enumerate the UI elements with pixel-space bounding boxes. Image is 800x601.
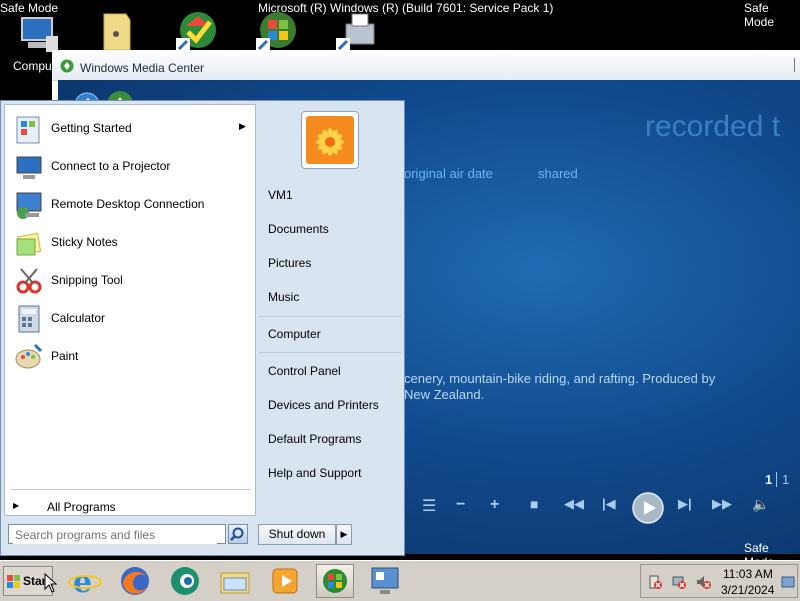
submenu-arrow-icon: ▶ — [239, 121, 246, 131]
paint-icon — [13, 341, 45, 373]
media-center-icon — [60, 59, 74, 73]
page-total: 1 — [782, 472, 790, 487]
skip-forward-icon[interactable]: ▶| — [678, 496, 692, 512]
link-default-programs[interactable]: Default Programs — [268, 432, 361, 446]
play-button[interactable] — [632, 492, 664, 524]
shutdown-button[interactable]: Shut down — [258, 524, 336, 545]
taskbar: Start e 11:03 AM 3/21/2024 — [0, 560, 800, 601]
search-button[interactable] — [228, 524, 248, 544]
start-item-getting-started[interactable]: Getting Started ▶ — [5, 110, 255, 148]
windows-update-shortcut-icon[interactable] — [176, 8, 220, 52]
speaker-icon[interactable]: 🔈 — [752, 496, 769, 513]
shutdown-options-button[interactable]: ▶ — [336, 524, 352, 545]
page-divider — [776, 472, 777, 487]
start-item-snipping-tool[interactable]: Snipping Tool — [5, 262, 255, 300]
show-desktop-icon[interactable] — [781, 573, 795, 591]
remote-desktop-icon — [13, 189, 45, 221]
search-input[interactable] — [13, 526, 217, 544]
safe-mode-label-right: Safe Mode — [744, 1, 775, 29]
skip-back-icon[interactable]: |◀ — [602, 496, 616, 512]
internet-explorer-icon[interactable]: e — [68, 564, 102, 600]
stop-icon[interactable]: ■ — [530, 496, 538, 512]
link-control-panel[interactable]: Control Panel — [268, 364, 341, 378]
search-icon — [230, 527, 244, 541]
mouse-cursor-icon — [44, 572, 58, 593]
file-explorer-icon[interactable] — [218, 564, 252, 598]
clock-time[interactable]: 11:03 AM — [723, 567, 773, 581]
all-programs-button[interactable]: ▶ All Programs — [13, 497, 253, 517]
link-pictures[interactable]: Pictures — [268, 256, 311, 270]
start-item-paint[interactable]: Paint — [5, 338, 255, 376]
fax-printer-shortcut-icon[interactable] — [336, 8, 380, 52]
chevron-right-icon: ▶ — [340, 529, 348, 539]
volume-up-icon[interactable]: + — [490, 496, 499, 514]
user-picture[interactable] — [301, 111, 359, 169]
links-separator-2 — [259, 352, 401, 353]
start-item-calculator[interactable]: Calculator — [5, 300, 255, 338]
windows-logo-shortcut-icon[interactable] — [256, 8, 300, 52]
fast-forward-icon[interactable]: ▶▶ — [712, 496, 732, 512]
start-item-sticky-notes[interactable]: Sticky Notes — [5, 224, 255, 262]
page-current: 1 — [765, 472, 773, 487]
playback-controls: ☰ − + ■ ◀◀ |◀ ▶| ▶▶ 🔈 — [414, 490, 800, 530]
start-menu-links-pane: VM1 Documents Pictures Music Computer Co… — [259, 104, 403, 554]
windows-flag-icon — [7, 575, 20, 588]
description-line-2: New Zealand. — [404, 387, 485, 402]
system-tray: 11:03 AM 3/21/2024 — [640, 564, 798, 598]
links-separator-1 — [259, 316, 401, 317]
recorded-tv-heading: recorded t — [645, 110, 781, 143]
calculator-icon — [13, 303, 45, 335]
media-player-icon[interactable] — [268, 564, 302, 598]
description-line-1: cenery, mountain-bike riding, and raftin… — [404, 371, 716, 386]
start-item-connect-projector[interactable]: Connect to a Projector — [5, 148, 255, 186]
rewind-icon[interactable]: ◀◀ — [564, 496, 584, 512]
filter-original-air-date[interactable]: original air date — [404, 166, 493, 181]
list-icon[interactable]: ☰ — [422, 496, 436, 516]
link-devices-printers[interactable]: Devices and Printers — [268, 398, 379, 412]
start-menu: Getting Started ▶ Connect to a Projector… — [0, 100, 405, 556]
link-computer[interactable]: Computer — [268, 327, 321, 341]
start-menu-programs-pane: Getting Started ▶ Connect to a Projector… — [4, 104, 256, 516]
edge-icon[interactable] — [168, 564, 202, 598]
link-documents[interactable]: Documents — [268, 222, 329, 236]
snipping-tool-icon — [13, 265, 45, 297]
build-label: Microsoft (R) Windows (R) (Build 7601: S… — [258, 1, 554, 15]
window-close-button[interactable] — [794, 58, 800, 72]
filter-shared[interactable]: shared — [538, 166, 578, 181]
link-help-support[interactable]: Help and Support — [268, 466, 361, 480]
projector-icon — [13, 151, 45, 183]
search-box[interactable] — [8, 524, 226, 544]
user-folder-icon[interactable] — [96, 8, 140, 52]
computer-label: Compu — [13, 59, 52, 73]
media-center-taskbar-button[interactable] — [316, 564, 354, 598]
network-disconnected-icon[interactable] — [671, 574, 687, 590]
getting-started-icon — [13, 113, 45, 145]
programs-separator — [11, 489, 251, 490]
action-center-alert-icon[interactable] — [647, 574, 663, 590]
volume-down-icon[interactable]: − — [456, 496, 465, 514]
volume-muted-icon[interactable] — [695, 574, 711, 590]
svg-text:e: e — [73, 565, 92, 598]
firefox-icon[interactable] — [118, 564, 152, 598]
clock-date[interactable]: 3/21/2024 — [721, 583, 774, 597]
media-center-titlebar[interactable]: Windows Media Center — [52, 50, 800, 81]
start-item-remote-desktop[interactable]: Remote Desktop Connection — [5, 186, 255, 224]
link-vm1[interactable]: VM1 — [268, 188, 293, 202]
remote-connection-icon[interactable] — [368, 564, 402, 598]
sticky-notes-icon — [13, 227, 45, 259]
all-programs-arrow-icon: ▶ — [13, 501, 20, 510]
link-music[interactable]: Music — [268, 290, 299, 304]
media-center-title: Windows Media Center — [80, 61, 205, 75]
